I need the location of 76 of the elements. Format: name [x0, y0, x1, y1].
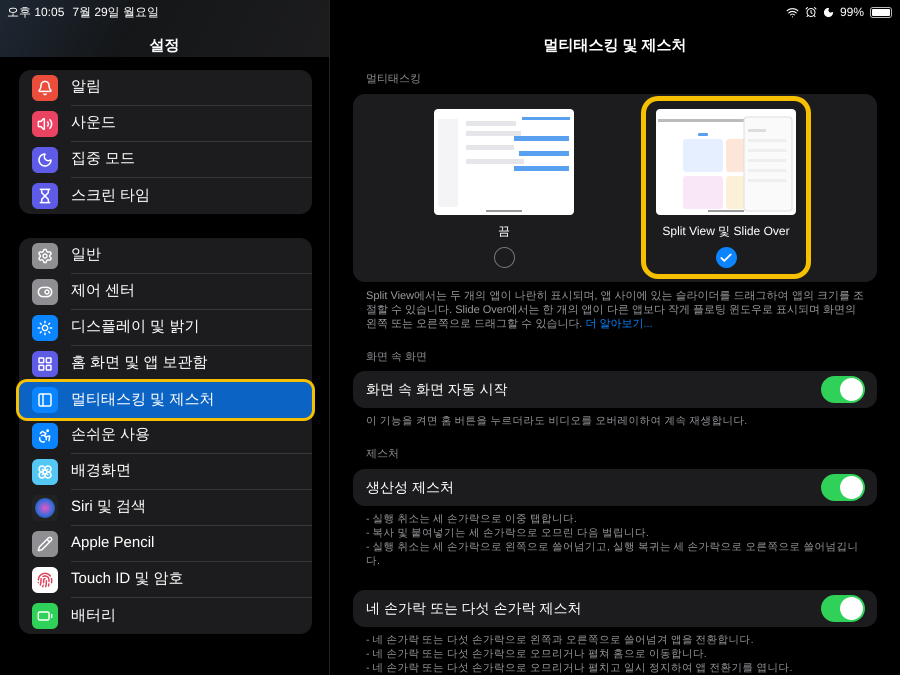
footer-text: - 실행 취소는 세 손가락으로 이중 탭합니다. [366, 512, 578, 526]
footer-text: - 복사 및 붙여넣기는 세 손가락으로 오므린 다음 벌립니다. [366, 526, 650, 540]
toggles-icon [32, 279, 58, 305]
orb-icon [32, 495, 58, 521]
bell-icon [32, 75, 58, 101]
page-title: 멀티태스킹 및 제스처 [543, 36, 687, 56]
status-date: 7월 29일 월요일 [72, 4, 160, 21]
row-label: 홈 화면 및 앱 보관함 [71, 353, 208, 374]
row-label: 제어 센터 [71, 281, 136, 302]
battery-percentage: 99% [840, 4, 864, 21]
row-label: Apple Pencil [71, 533, 154, 554]
setting-label: 생산성 제스처 [366, 478, 454, 496]
sun-icon [32, 315, 58, 341]
settings-row[interactable]: 일반 [19, 238, 312, 274]
row-label: 집중 모드 [71, 149, 136, 170]
row-label: 알림 [71, 77, 101, 98]
option-label: 끔 [498, 223, 510, 240]
row-label: 디스플레이 및 밝기 [71, 317, 200, 338]
status-time: 오후 10:05 [7, 4, 64, 21]
grid-icon [32, 351, 58, 377]
row-label: 손쉬운 사용 [71, 425, 150, 446]
multitasking-icon [32, 387, 58, 413]
settings-row[interactable]: 집중 모드 [19, 142, 312, 178]
settings-row[interactable]: 손쉬운 사용 [19, 418, 312, 454]
settings-row[interactable]: 스크린 타임 [19, 178, 312, 214]
alarm-icon [804, 6, 817, 18]
section-header: 멀티태스킹 [365, 72, 422, 87]
row-label: Touch ID 및 암호 [71, 569, 184, 590]
row-label: 일반 [71, 245, 101, 266]
multitasking-description: Split View에서는 두 개의 앱이 나란히 표시되며, 앱 사이에 있는 슬라이더를 드래그하여 앱의 크기를 조절할 수 있습니다. Slide Over에서는 한 개의 앱이 다른 앱보다 작게 플로팅 윈도우로 표시되며 화면의 왼쪽 또는 오른쪽으로 드래그할 수 있습니다. 더 알아보기... [365, 288, 865, 330]
row-label: 멀티태스킹 및 제스처 [71, 390, 214, 410]
settings-row[interactable]: 디스플레이 및 밝기 [19, 310, 312, 346]
sidebar-title: 설정 [150, 36, 180, 56]
setting-label: 네 손가락 또는 다섯 손가락 제스처 [366, 598, 582, 618]
section-header: 제스처 [365, 447, 400, 462]
settings-row[interactable]: 제어 센터 [19, 274, 312, 310]
pencil-icon [32, 531, 58, 557]
footer-text: - 네 손가락 또는 다섯 손가락으로 오므리거나 펼치고 일시 정지하여 앱 전환기를 엽니다. [366, 660, 794, 674]
row-label: 사운드 [71, 113, 116, 134]
settings-row[interactable]: 사운드 [19, 106, 312, 142]
row-label: 배경화면 [71, 461, 131, 482]
moon-icon [822, 6, 834, 18]
battery-icon [32, 603, 58, 629]
section-header: 화면 속 화면 [365, 350, 428, 364]
settings-row[interactable]: 멀티태스킹 및 제스처 [19, 382, 312, 418]
wifi-icon [786, 6, 799, 18]
moon-icon [32, 147, 58, 173]
footer-text: - 네 손가락 또는 다섯 손가락으로 왼쪽과 오른쪽으로 쓸어넘겨 앱을 전환합니다. [366, 632, 755, 646]
checkmark-icon [716, 247, 736, 268]
settings-row[interactable]: Siri 및 검색 [19, 490, 312, 526]
row-label: Siri 및 검색 [71, 497, 146, 518]
multitasking-option[interactable]: Split View 및 Slide Over [646, 101, 806, 274]
learn-more-link[interactable]: 더 알아보기... [585, 318, 653, 330]
toggle-switch[interactable] [821, 376, 865, 403]
fingerprint-icon [32, 567, 58, 593]
toggle-switch[interactable] [821, 594, 865, 622]
speaker-icon [32, 111, 58, 137]
footer-text: 이 기능을 켜면 홈 버튼을 누르더라도 비디오를 오버레이하여 계속 재생합니다. [366, 414, 748, 428]
battery-icon [870, 6, 892, 18]
settings-row[interactable]: 배경화면 [19, 454, 312, 490]
accessibility-icon [32, 423, 58, 449]
settings-row[interactable]: Apple Pencil [19, 526, 312, 562]
footer-text: - 네 손가락 또는 다섯 손가락으로 오므리거나 펼쳐 홈으로 이동합니다. [366, 646, 708, 660]
settings-row[interactable]: 배터리 [19, 598, 312, 634]
settings-icon [32, 243, 58, 269]
settings-row[interactable]: Touch ID 및 암호 [19, 562, 312, 598]
hourglass-icon [32, 183, 58, 209]
settings-row[interactable]: 알림 [19, 70, 312, 106]
row-label: 배터리 [71, 606, 116, 626]
footer-text: - 실행 취소는 세 손가락으로 왼쪽으로 쓸어넘기고, 실행 복귀는 세 손가락으로 오른쪽으로 쓸어넘깁니다. [366, 540, 860, 568]
toggle-switch[interactable] [821, 474, 865, 500]
setting-label: 화면 속 화면 자동 시작 [366, 380, 508, 399]
multitasking-option[interactable]: 끔 [424, 101, 584, 274]
flower-icon [32, 459, 58, 485]
option-label: Split View 및 Slide Over [662, 223, 790, 240]
row-label: 스크린 타임 [71, 186, 150, 206]
